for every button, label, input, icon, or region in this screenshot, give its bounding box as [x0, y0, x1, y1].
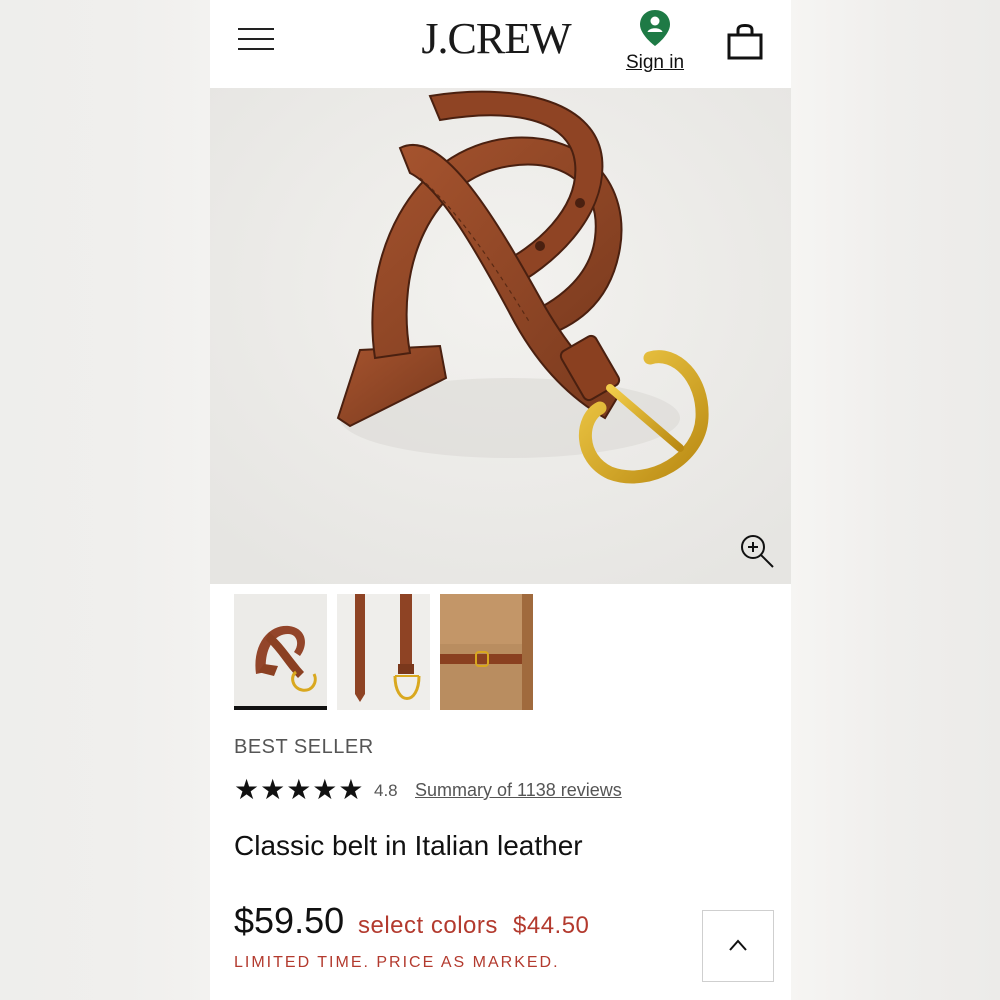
regular-price: $59.50	[234, 900, 345, 941]
site-header: J.CREW Sign in	[210, 0, 791, 88]
brand-logo[interactable]: J.CREW	[406, 14, 586, 64]
map-pin-icon	[640, 10, 670, 46]
belt-photo	[210, 88, 791, 584]
shopping-bag-icon[interactable]	[726, 24, 764, 60]
sale-price: $44.50	[513, 912, 590, 939]
thumbnail-gallery	[234, 594, 774, 714]
reviews-summary-link[interactable]: Summary of 1138 reviews	[415, 780, 622, 801]
thumbnail-coiled-belt[interactable]	[234, 594, 327, 710]
back-to-top-button[interactable]	[702, 910, 774, 982]
product-main-image[interactable]	[210, 88, 791, 584]
background-right	[791, 0, 1000, 1000]
rating-value: 4.8	[374, 781, 398, 800]
thumbnail-belt-worn[interactable]	[440, 594, 533, 710]
price-row: $59.50 select colors $44.50	[234, 900, 674, 944]
promo-message: LIMITED TIME. PRICE AS MARKED.	[234, 954, 560, 971]
thumbnail-belt-flat[interactable]	[337, 594, 430, 710]
hamburger-icon[interactable]	[238, 28, 274, 50]
background-left	[0, 0, 210, 1000]
zoom-in-icon[interactable]	[738, 532, 776, 570]
sign-in-button[interactable]: Sign in	[620, 8, 690, 76]
mobile-viewport: J.CREW Sign in BEST SELLER ★★★★★ 4.8 Sum…	[210, 0, 791, 1000]
product-title: Classic belt in Italian leather	[234, 830, 583, 861]
sign-in-label[interactable]: Sign in	[620, 52, 690, 74]
sale-label: select colors	[358, 912, 498, 939]
star-rating-icon: ★★★★★	[234, 773, 365, 806]
active-thumbnail-indicator	[234, 706, 327, 710]
rating-row: ★★★★★ 4.8 Summary of 1138 reviews	[234, 776, 774, 806]
best-seller-badge: BEST SELLER	[234, 736, 374, 758]
chevron-up-icon	[729, 939, 747, 951]
